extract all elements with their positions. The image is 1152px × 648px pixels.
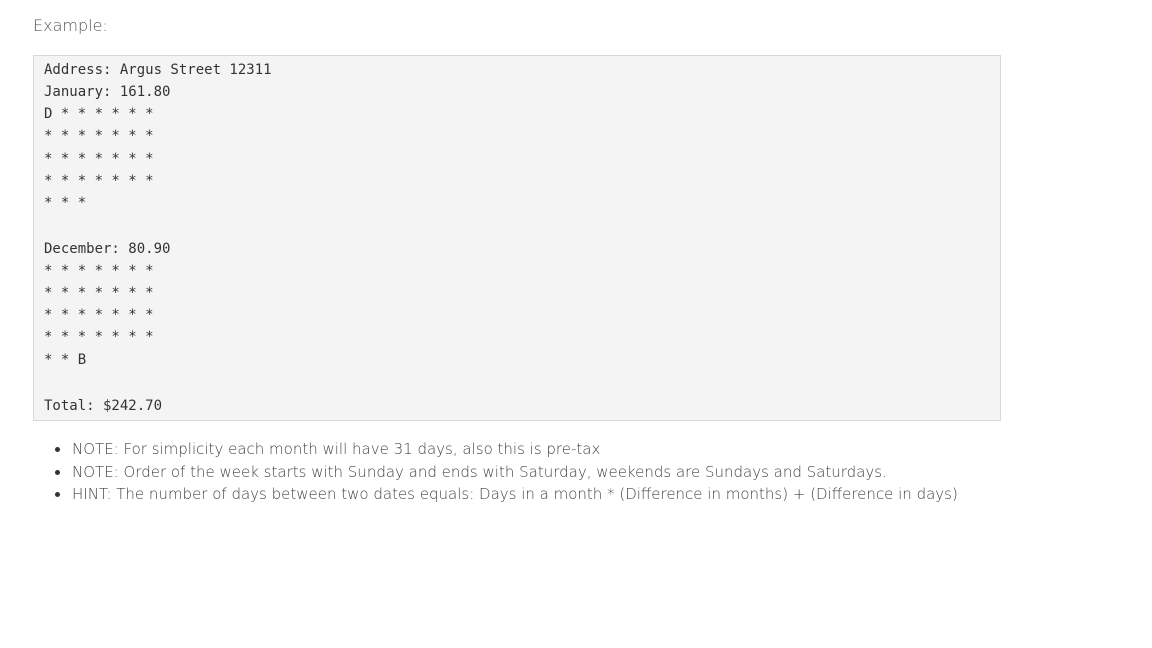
bullet-icon	[55, 492, 60, 497]
code-line: * * * * * * *	[44, 173, 154, 189]
bullet-icon	[55, 447, 60, 452]
list-item: NOTE: Order of the week starts with Sund…	[55, 461, 958, 484]
code-line: Total: $242.70	[44, 398, 163, 414]
code-line: * * * * * * *	[44, 151, 154, 167]
code-line: January: 161.80	[44, 84, 171, 100]
code-line: December: 80.90	[44, 241, 171, 257]
intro-text: Example:	[33, 16, 108, 35]
code-line: * * *	[44, 195, 87, 211]
code-line: D * * * * * *	[44, 106, 154, 122]
code-line: * * B	[44, 352, 87, 368]
code-line: * * * * * * *	[44, 263, 154, 279]
code-block: Address: Argus Street 12311 January: 161…	[33, 55, 1001, 421]
notes-list: NOTE: For simplicity each month will hav…	[55, 438, 958, 506]
list-item: HINT: The number of days between two dat…	[55, 483, 958, 506]
code-line: Address: Argus Street 12311	[44, 62, 272, 78]
note-text: NOTE: Order of the week starts with Sund…	[72, 462, 887, 481]
code-line: * * * * * * *	[44, 128, 154, 144]
code-line: * * * * * * *	[44, 307, 154, 323]
bullet-icon	[55, 469, 60, 475]
code-line: * * * * * * *	[44, 285, 154, 301]
note-text: NOTE: For simplicity each month will hav…	[72, 440, 601, 458]
note-text: HINT: The number of days between two dat…	[72, 485, 958, 503]
code-line: * * * * * * *	[44, 329, 154, 345]
list-item: NOTE: For simplicity each month will hav…	[55, 438, 958, 461]
